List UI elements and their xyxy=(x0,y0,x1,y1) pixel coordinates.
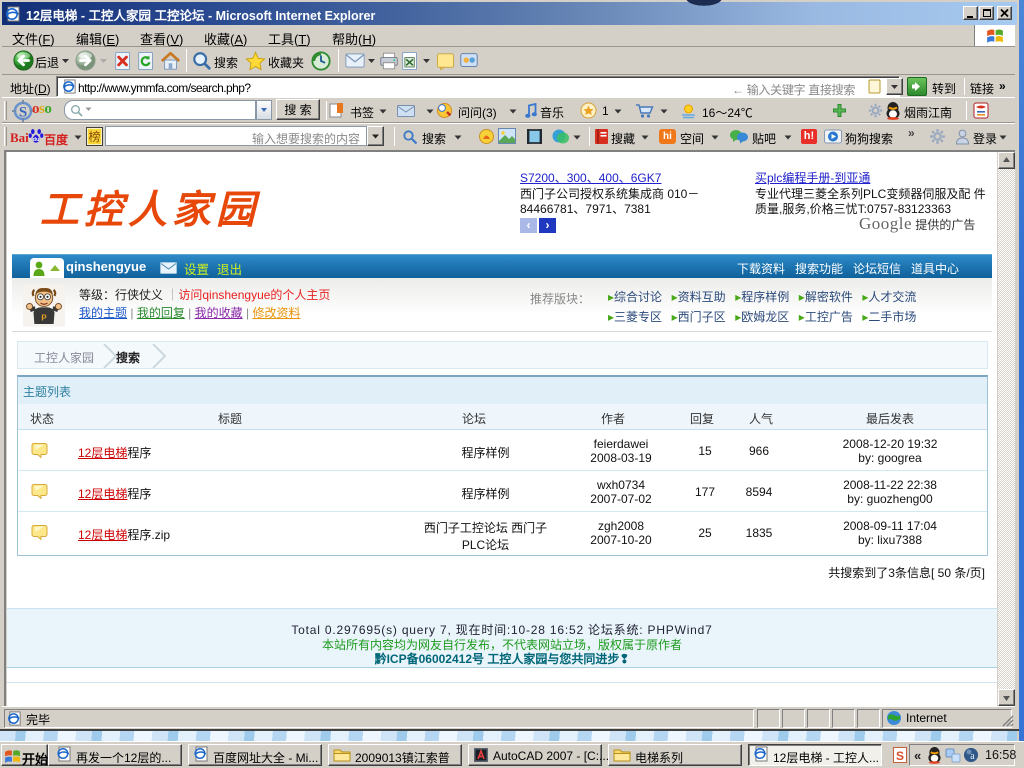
svg-text:S: S xyxy=(19,105,27,121)
svg-text:du: du xyxy=(33,137,40,143)
svg-text:P: P xyxy=(41,313,46,322)
svg-text:a: a xyxy=(970,751,975,762)
